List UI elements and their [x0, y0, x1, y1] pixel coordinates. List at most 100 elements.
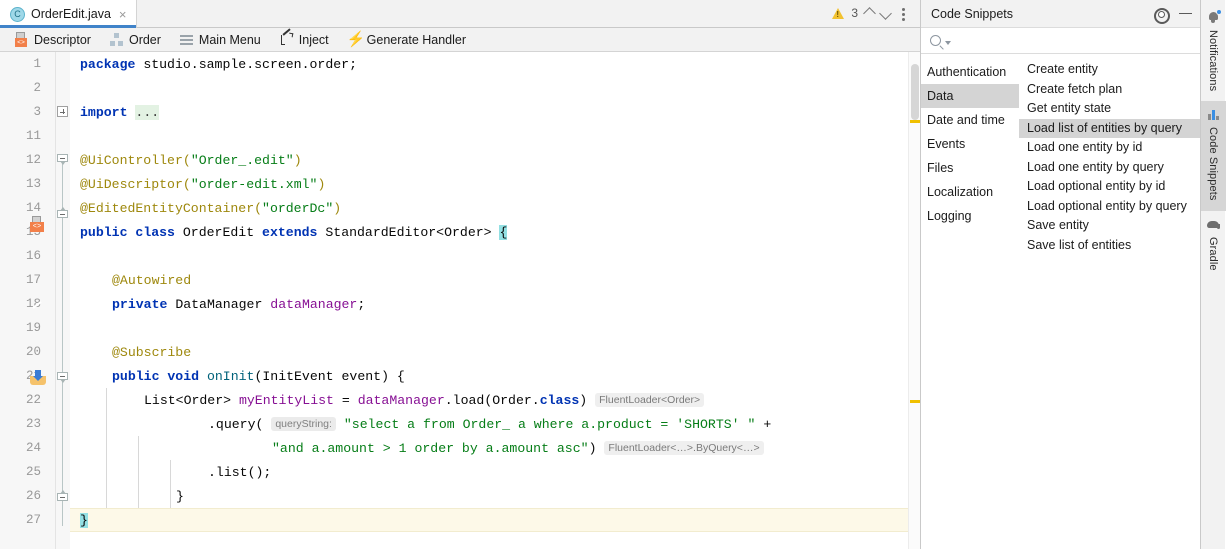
type-datamanager: DataManager — [167, 297, 271, 312]
override-method-gutter-icon[interactable] — [30, 369, 46, 385]
fold-collapse-class-icon[interactable] — [57, 154, 68, 165]
code-editor[interactable]: 1 2 3 11 12 13 14 15 16 17 18 19 20 21 2… — [0, 52, 920, 549]
ide-window: C OrderEdit.java × <> Descriptor Order M… — [0, 0, 1226, 549]
code-text-area[interactable]: package studio.sample.screen.order; impo… — [70, 52, 920, 549]
fold-method-end-icon[interactable] — [57, 490, 68, 501]
gradle-icon — [1206, 217, 1221, 232]
snippet-item-load-one-entity-by-query[interactable]: Load one entity by query — [1019, 158, 1200, 178]
inlay-param-hint-querystring[interactable]: queryString: — [271, 416, 336, 431]
string-jpql-part1: "select a from Order_ a where a.product … — [343, 417, 756, 432]
tool-window-header: Code Snippets — [921, 0, 1200, 28]
code-folding-bar[interactable] — [56, 52, 70, 549]
chevron-down-icon[interactable] — [945, 40, 951, 45]
category-item-logging[interactable]: Logging — [921, 204, 1019, 228]
navbar-label-generate-handler: Generate Handler — [366, 32, 467, 47]
inlay-type-hint-fluentloader[interactable]: FluentLoader<Order> — [595, 392, 705, 407]
inspection-widget[interactable]: 3 — [832, 6, 892, 20]
descriptor-gutter-icon[interactable]: <> — [30, 216, 46, 232]
string-order-edit-xml: "order-edit.xml" — [190, 177, 318, 192]
field-datamanager: dataManager — [270, 297, 358, 312]
line-number: 13 — [25, 177, 41, 191]
chevron-down-icon[interactable] — [879, 6, 892, 20]
fold-expand-imports-icon[interactable] — [57, 106, 68, 117]
code-line-20: @Subscribe — [112, 345, 191, 360]
navbar-item-generate-handler[interactable]: ⚡ Generate Handler — [347, 32, 466, 47]
tool-tab-label-code-snippets: Code Snippets — [1207, 127, 1219, 201]
snippet-item-load-optional-entity-by-id[interactable]: Load optional entity by id — [1019, 177, 1200, 197]
category-item-date-and-time[interactable]: Date and time — [921, 108, 1019, 132]
snippet-item-get-entity-state[interactable]: Get entity state — [1019, 99, 1200, 119]
more-vertical-icon[interactable] — [896, 5, 910, 23]
snippet-category-list[interactable]: Authentication Data Date and time Events… — [921, 54, 1019, 549]
snippet-item-load-list-of-entities-by-query[interactable]: Load list of entities by query — [1019, 118, 1200, 138]
code-line-21: public void onInit(InitEvent event) { — [112, 369, 405, 384]
navbar-item-inject[interactable]: Inject — [279, 28, 329, 47]
indent-guide — [170, 460, 171, 508]
indent-guide — [106, 388, 107, 508]
navbar-item-main-menu[interactable]: Main Menu — [179, 32, 261, 47]
inject-icon — [279, 28, 294, 47]
method-params: (InitEvent event) { — [254, 369, 405, 384]
file-tab-orderedit[interactable]: C OrderEdit.java × — [0, 0, 137, 28]
tool-tab-notifications[interactable]: Notifications — [1201, 4, 1226, 101]
code-line-17: @Autowired — [112, 273, 191, 288]
editor-area: C OrderEdit.java × <> Descriptor Order M… — [0, 0, 920, 549]
snippet-item-load-optional-entity-by-query[interactable]: Load optional entity by query — [1019, 197, 1200, 217]
tool-tab-code-snippets[interactable]: Code Snippets — [1200, 101, 1226, 211]
code-line-26: } — [176, 489, 184, 504]
close-icon[interactable]: × — [119, 8, 127, 21]
gear-icon[interactable] — [1153, 7, 1170, 24]
code-line-13: @UiDescriptor("order-edit.xml") — [80, 177, 326, 192]
tool-tab-gradle[interactable]: Gradle — [1201, 211, 1226, 281]
inlay-type-hint-byquery[interactable]: FluentLoader<…>.ByQuery<…> — [604, 440, 764, 455]
line-number: 14 — [25, 201, 41, 215]
line-number: 22 — [25, 393, 41, 407]
editor-scrollbar-thumb[interactable] — [911, 64, 919, 120]
navbar-label-inject: Inject — [298, 32, 329, 47]
navbar-label-order: Order — [128, 32, 161, 47]
navbar-item-descriptor[interactable]: <> Descriptor — [14, 32, 91, 47]
folded-imports-placeholder[interactable]: ... — [135, 105, 160, 120]
code-line-12: @UiController("Order_.edit") — [80, 153, 302, 168]
keyword-import: import — [80, 105, 128, 120]
category-item-authentication[interactable]: Authentication — [921, 60, 1019, 84]
line-number: 23 — [25, 417, 41, 431]
snippet-item-save-list-of-entities[interactable]: Save list of entities — [1019, 236, 1200, 256]
concat-operator: + — [755, 417, 772, 432]
snippet-item-create-entity[interactable]: Create entity — [1019, 60, 1200, 80]
snippet-list[interactable]: Create entity Create fetch plan Get enti… — [1019, 54, 1200, 549]
category-item-localization[interactable]: Localization — [921, 180, 1019, 204]
category-item-events[interactable]: Events — [921, 132, 1019, 156]
navbar-item-order[interactable]: Order — [109, 32, 161, 47]
warning-marker[interactable] — [910, 400, 920, 403]
tool-tab-label-gradle: Gradle — [1207, 236, 1219, 271]
fold-region-end-icon[interactable] — [57, 207, 68, 218]
fold-collapse-method-icon[interactable] — [57, 372, 68, 383]
line-number: 2 — [33, 81, 41, 95]
keyword-extends: extends — [262, 225, 318, 240]
code-line-22: List<Order> myEntityList = dataManager.l… — [144, 392, 705, 408]
code-line-18: private DataManager dataManager; — [112, 297, 365, 312]
snippet-item-create-fetch-plan[interactable]: Create fetch plan — [1019, 80, 1200, 100]
warning-marker[interactable] — [910, 120, 920, 123]
snippet-item-save-entity[interactable]: Save entity — [1019, 216, 1200, 236]
category-item-data[interactable]: Data — [921, 84, 1019, 108]
fold-region-line — [61, 210, 63, 526]
snippet-search-field[interactable] — [921, 28, 1200, 54]
assign-operator: = — [333, 393, 358, 408]
navbar-label-descriptor: Descriptor — [34, 32, 91, 47]
line-number: 11 — [25, 129, 41, 143]
type-list-order: List<Order> — [144, 393, 239, 408]
code-line-27: } — [80, 513, 88, 528]
lightning-icon: ⚡ — [346, 31, 366, 48]
line-number: 12 — [25, 153, 41, 167]
annotation-uidescriptor: @UiDescriptor — [80, 177, 183, 192]
snippets-body: Authentication Data Date and time Events… — [921, 54, 1200, 549]
spring-bean-gutter-icon[interactable] — [30, 297, 46, 313]
snippet-item-load-one-entity-by-id[interactable]: Load one entity by id — [1019, 138, 1200, 158]
editor-marker-track[interactable] — [908, 52, 920, 549]
minimize-icon[interactable] — [1179, 12, 1192, 15]
chevron-up-icon[interactable] — [863, 6, 876, 20]
keyword-package: package — [80, 57, 136, 72]
category-item-files[interactable]: Files — [921, 156, 1019, 180]
